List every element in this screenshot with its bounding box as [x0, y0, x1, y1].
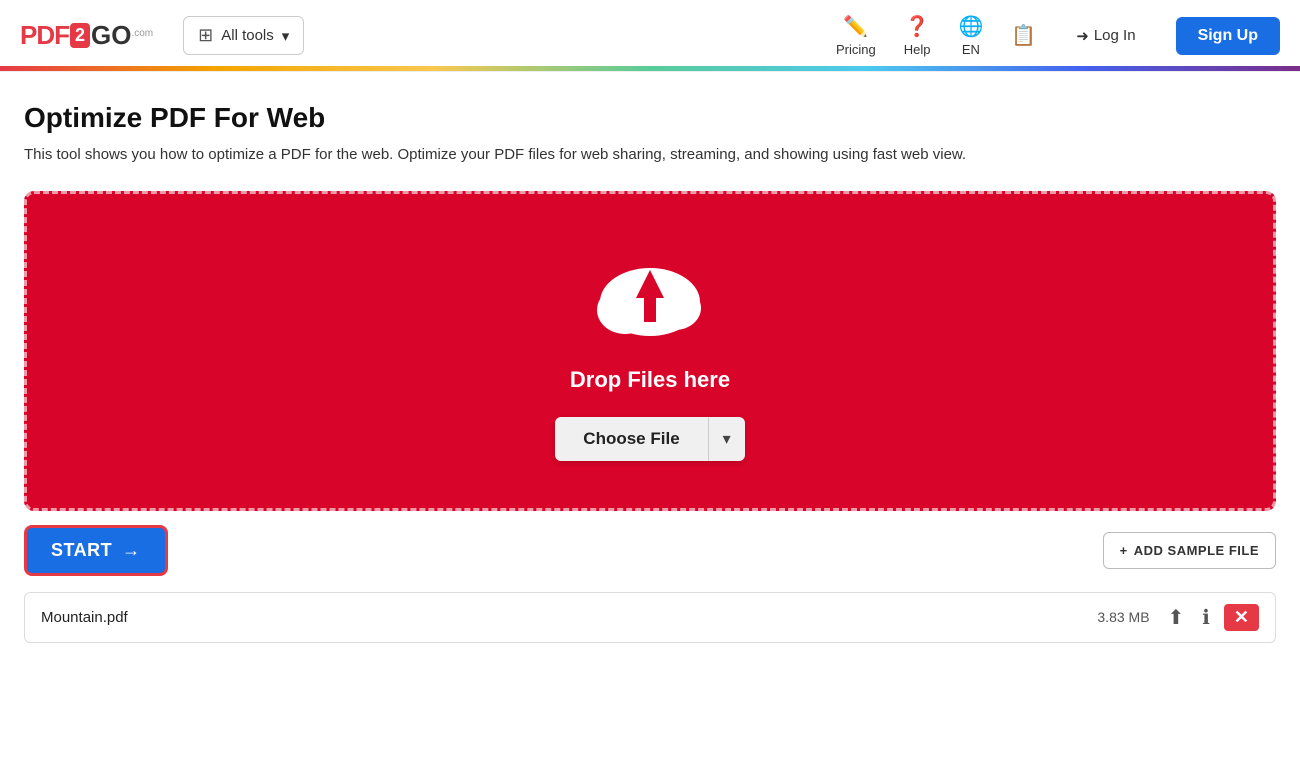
globe-icon: 🌐: [958, 14, 983, 39]
add-sample-button[interactable]: + ADD SAMPLE FILE: [1103, 532, 1276, 569]
start-label: START: [51, 540, 112, 561]
pricing-nav[interactable]: ✏️ Pricing: [836, 14, 876, 57]
rainbow-bar: [0, 66, 1300, 71]
signup-label: Sign Up: [1198, 27, 1258, 44]
language-nav[interactable]: 🌐 EN: [958, 14, 983, 57]
page-description: This tool shows you how to optimize a PD…: [24, 144, 1276, 167]
file-delete-button[interactable]: ✕: [1224, 604, 1259, 631]
help-nav[interactable]: ❓ Help: [904, 14, 931, 57]
language-label: EN: [962, 42, 980, 57]
choose-file-main-button[interactable]: Choose File: [555, 417, 708, 461]
logo-pdf: PDF: [20, 20, 69, 51]
file-download-button[interactable]: ⬆: [1164, 603, 1189, 632]
logo[interactable]: PDF 2 GO .com: [20, 20, 153, 51]
choose-file-dropdown-button[interactable]: ▾: [709, 417, 745, 461]
main-content: Optimize PDF For Web This tool shows you…: [0, 72, 1300, 663]
upload-cloud-icon: [590, 250, 710, 351]
logo-go: GO: [91, 20, 131, 51]
drop-files-text: Drop Files here: [570, 367, 730, 393]
page-title: Optimize PDF For Web: [24, 102, 1276, 134]
header-right: ✏️ Pricing ❓ Help 🌐 EN 📋 ➜ Log In Sign U…: [836, 14, 1280, 57]
file-row: Mountain.pdf 3.83 MB ⬆ ℹ ✕: [24, 592, 1276, 643]
bottom-toolbar: START → + ADD SAMPLE FILE: [24, 511, 1276, 590]
logo-com: .com: [131, 28, 153, 39]
clock-icon: 📋: [1011, 23, 1036, 48]
start-arrow-icon: →: [122, 540, 141, 561]
file-actions: ⬆ ℹ ✕: [1164, 603, 1259, 632]
grid-icon: ⊞: [198, 25, 213, 46]
pricing-label: Pricing: [836, 42, 876, 57]
clock-nav[interactable]: 📋: [1011, 23, 1036, 48]
signup-button[interactable]: Sign Up: [1176, 17, 1280, 55]
logo-2: 2: [70, 23, 90, 48]
choose-file-button[interactable]: Choose File ▾: [555, 417, 744, 461]
chevron-down-icon: ▾: [282, 27, 290, 45]
file-name: Mountain.pdf: [41, 609, 1097, 626]
login-arrow-icon: ➜: [1076, 27, 1089, 45]
help-label: Help: [904, 42, 931, 57]
drop-zone[interactable]: Drop Files here Choose File ▾: [24, 191, 1276, 511]
start-button[interactable]: START →: [24, 525, 168, 576]
pricing-icon: ✏️: [843, 14, 868, 39]
all-tools-button[interactable]: ⊞ All tools ▾: [183, 16, 304, 55]
help-icon: ❓: [905, 14, 930, 39]
all-tools-label: All tools: [221, 27, 274, 44]
add-sample-label: ADD SAMPLE FILE: [1134, 543, 1259, 558]
login-label: Log In: [1094, 27, 1136, 44]
file-size: 3.83 MB: [1097, 609, 1149, 625]
plus-icon: +: [1120, 543, 1128, 558]
header: PDF 2 GO .com ⊞ All tools ▾ ✏️ Pricing ❓…: [0, 0, 1300, 72]
login-button[interactable]: ➜ Log In: [1064, 19, 1147, 53]
file-info-button[interactable]: ℹ: [1198, 603, 1214, 632]
